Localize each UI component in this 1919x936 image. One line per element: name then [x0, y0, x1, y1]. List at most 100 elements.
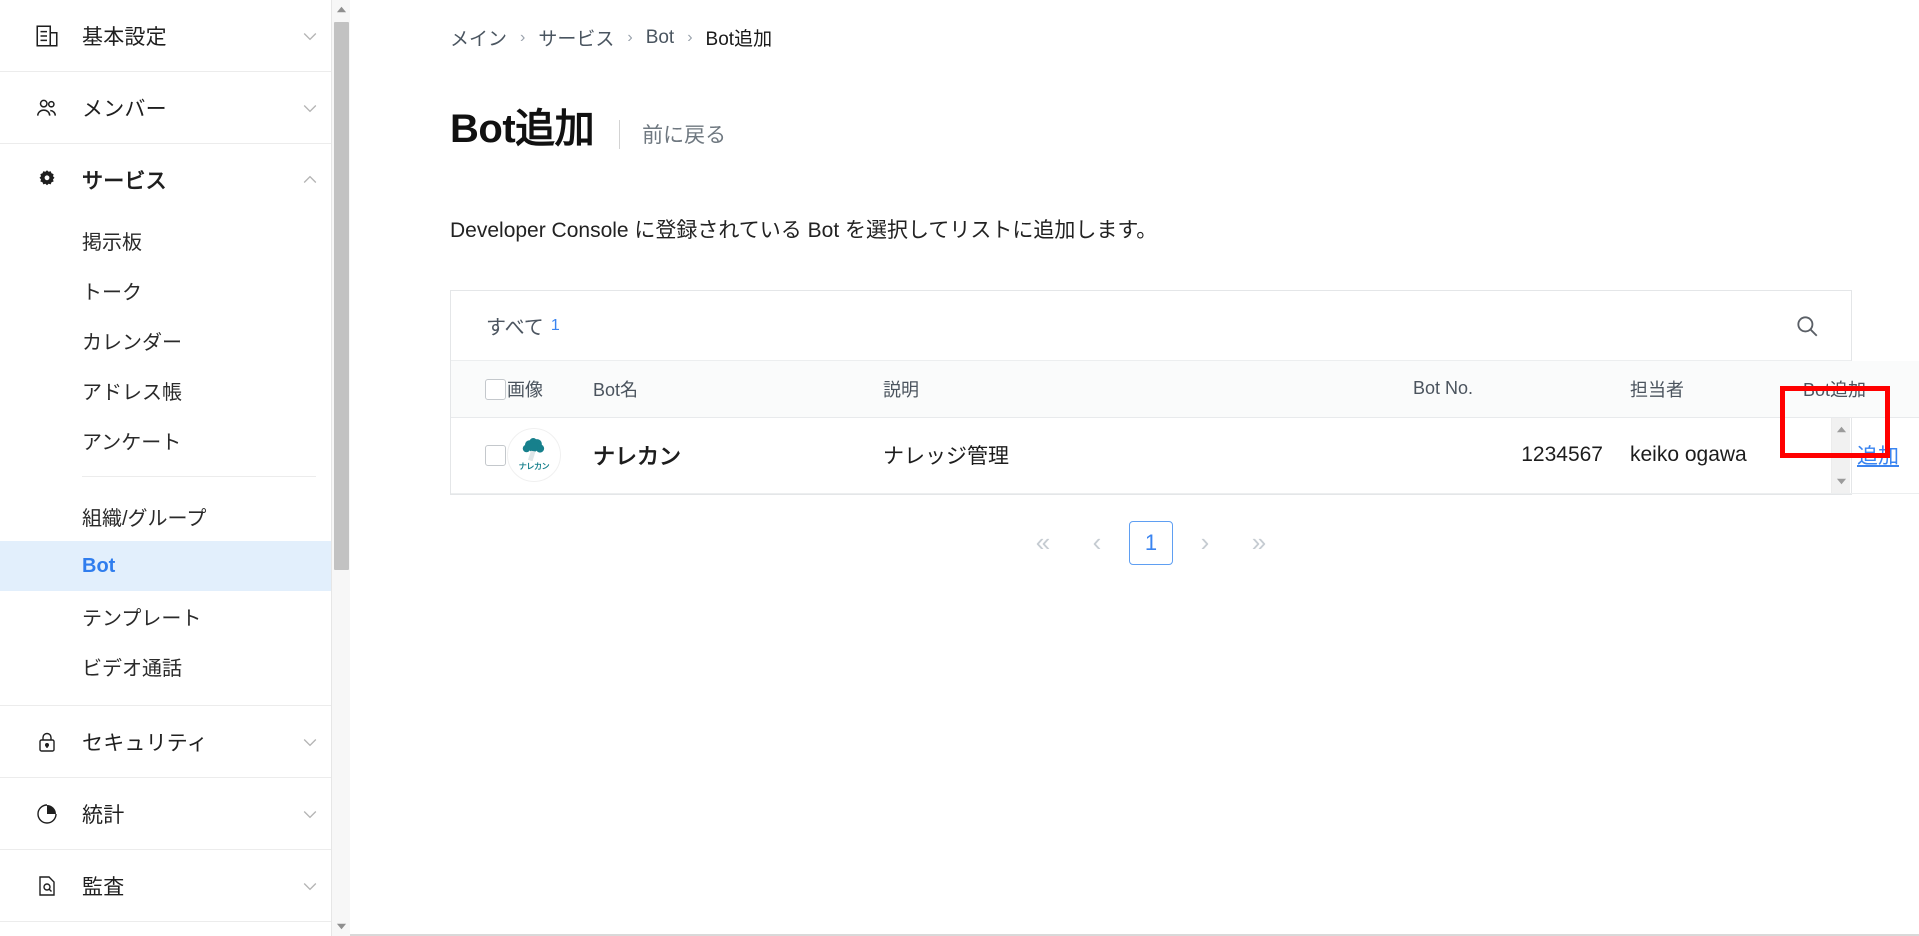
- main-content: メイン › サービス › Bot › Bot追加 Bot追加 前に戻る Deve…: [350, 0, 1919, 936]
- sidebar-item-label: カレンダー: [82, 331, 182, 354]
- bot-table-head: 画像 Bot名 説明 Bot No. 担当者 Bot追加: [451, 361, 1919, 418]
- filter-all-label[interactable]: すべて: [486, 311, 544, 340]
- breadcrumb-item-current: Bot追加: [705, 29, 773, 50]
- chevron-down-icon[interactable]: [300, 26, 320, 46]
- header-add-action: Bot追加: [1803, 361, 1919, 418]
- pagination-first-button[interactable]: «: [1021, 521, 1065, 565]
- avatar-brand-label: ナレカン: [518, 462, 550, 471]
- bot-list-card: すべて 1 画像 Bot名 説明 Bot No. 担当者 Bot追加 ナレカン …: [450, 290, 1919, 495]
- sidebar-item-bulletin[interactable]: 掲示板: [0, 215, 350, 265]
- table-scrollbar[interactable]: [1831, 418, 1850, 493]
- sidebar-group-label: 監査: [82, 875, 125, 899]
- sidebar-item-label: アンケート: [82, 431, 182, 454]
- sidebar-divider: [82, 476, 316, 477]
- select-all-checkbox[interactable]: [485, 378, 506, 400]
- chevron-down-icon[interactable]: [300, 98, 320, 118]
- scroll-up-arrow-icon[interactable]: [332, 0, 350, 19]
- sidebar-group-statistics[interactable]: 統計: [0, 778, 350, 850]
- sidebar-group-header[interactable]: 基本設定: [0, 0, 350, 71]
- sidebar-group-label: サービス: [82, 169, 167, 193]
- sidebar-group-members[interactable]: メンバー: [0, 72, 350, 144]
- sidebar-item-label: アドレス帳: [82, 381, 182, 404]
- list-toolbar: すべて 1: [451, 291, 1851, 361]
- search-icon[interactable]: [1787, 306, 1827, 346]
- sidebar-group-security[interactable]: セキュリティ: [0, 706, 350, 778]
- sidebar-service-sublist: 掲示板 トーク カレンダー アドレス帳 アンケート 組織/グループ Bot テン…: [0, 215, 350, 705]
- sidebar-item-bot[interactable]: Bot: [0, 541, 350, 591]
- sidebar-item-addressbook[interactable]: アドレス帳: [0, 365, 350, 415]
- sidebar-item-organization-group[interactable]: 組織/グループ: [0, 491, 350, 541]
- sidebar-item-label: トーク: [82, 281, 142, 304]
- sidebar-group-service[interactable]: サービス 掲示板 トーク カレンダー アドレス帳 アンケート 組織/グループ B…: [0, 144, 350, 706]
- breadcrumb-item-main[interactable]: メイン: [450, 24, 507, 51]
- breadcrumb-item-service[interactable]: サービス: [538, 24, 614, 51]
- breadcrumb: メイン › サービス › Bot › Bot追加: [450, 24, 1919, 51]
- sidebar-group-basic-settings[interactable]: 基本設定: [0, 0, 350, 72]
- chevron-down-icon[interactable]: [300, 804, 320, 824]
- row-owner-cell: keiko ogawa: [1603, 417, 1803, 494]
- row-description-cell: ナレッジ管理: [883, 417, 1413, 494]
- sidebar-group-label: 基本設定: [82, 25, 167, 49]
- sidebar-item-calendar[interactable]: カレンダー: [0, 315, 350, 365]
- audit-icon: [34, 873, 60, 899]
- broccoli-tree-icon: [522, 438, 545, 462]
- bot-table: 画像 Bot名 説明 Bot No. 担当者 Bot追加 ナレカン ナレカン ナ…: [451, 361, 1919, 494]
- gear-icon: [34, 167, 60, 193]
- row-add-cell: 追加: [1803, 417, 1919, 494]
- sidebar-item-label: 組織/グループ: [82, 507, 207, 530]
- chevron-up-icon[interactable]: [300, 170, 320, 190]
- row-bot-no-cell: 1234567: [1413, 417, 1603, 494]
- filter-count: 1: [550, 316, 560, 334]
- header-bot-no: Bot No.: [1413, 361, 1603, 418]
- sidebar-group-header[interactable]: サービス: [0, 144, 350, 215]
- title-divider: [619, 120, 621, 149]
- avatar: ナレカン: [507, 428, 561, 482]
- sidebar-item-template[interactable]: テンプレート: [0, 591, 350, 641]
- pagination-last-button[interactable]: »: [1237, 521, 1281, 565]
- breadcrumb-item-bot[interactable]: Bot: [646, 27, 675, 49]
- table-row[interactable]: ナレカン ナレカン ナレッジ管理 1234567 keiko ogawa 追加: [451, 417, 1919, 494]
- sidebar-item-label: Bot: [82, 554, 116, 577]
- table-header-row: 画像 Bot名 説明 Bot No. 担当者 Bot追加: [451, 361, 1919, 418]
- sidebar-group-header[interactable]: メンバー: [0, 72, 350, 143]
- members-icon: [34, 95, 60, 121]
- header-select-all: [451, 361, 507, 418]
- sidebar-item-video-call[interactable]: ビデオ通話: [0, 641, 350, 691]
- sidebar-scrollbar[interactable]: [331, 0, 350, 936]
- pie-chart-icon: [34, 801, 60, 827]
- page-header: Bot追加 前に戻る: [450, 96, 1919, 154]
- pagination-prev-button[interactable]: ‹: [1075, 521, 1119, 565]
- sidebar-item-survey[interactable]: アンケート: [0, 415, 350, 465]
- sidebar-item-label: ビデオ通話: [82, 657, 182, 680]
- bot-name: ナレカン: [593, 444, 682, 469]
- sidebar-group-header[interactable]: セキュリティ: [0, 706, 350, 777]
- page-description: Developer Console に登録されている Bot を選択してリストに…: [450, 219, 1158, 242]
- header-bot-name: Bot名: [593, 361, 883, 418]
- app-root: 基本設定 メンバー サービス 掲示板 トーク カレンダー アドレス帳 アンケート…: [0, 0, 1919, 936]
- scroll-down-arrow-icon[interactable]: [332, 917, 350, 936]
- sidebar-item-talk[interactable]: トーク: [0, 265, 350, 315]
- sidebar-scrollbar-thumb[interactable]: [334, 22, 349, 570]
- back-link[interactable]: 前に戻る: [642, 119, 726, 149]
- row-bot-name-cell: ナレカン: [593, 417, 883, 494]
- header-image: 画像: [507, 361, 593, 418]
- chevron-right-icon: ›: [627, 28, 633, 46]
- table-scroll-down-arrow-icon[interactable]: [1832, 472, 1851, 491]
- sidebar-group-header[interactable]: 監査: [0, 850, 350, 921]
- sidebar-group-header[interactable]: 統計: [0, 778, 350, 849]
- table-scroll-up-arrow-icon[interactable]: [1832, 420, 1851, 439]
- chevron-down-icon[interactable]: [300, 732, 320, 752]
- row-select-checkbox[interactable]: [485, 444, 506, 466]
- lock-icon: [34, 729, 60, 755]
- add-bot-link[interactable]: 追加: [1857, 445, 1899, 468]
- pagination: « ‹ 1 › »: [450, 520, 1852, 565]
- page-title: Bot追加: [450, 107, 595, 151]
- sidebar-group-audit[interactable]: 監査: [0, 850, 350, 922]
- chevron-right-icon: ›: [687, 28, 693, 46]
- bot-table-body: ナレカン ナレカン ナレッジ管理 1234567 keiko ogawa 追加: [451, 417, 1919, 494]
- pagination-next-button[interactable]: ›: [1183, 521, 1227, 565]
- chevron-right-icon: ›: [520, 28, 526, 46]
- pagination-page-1[interactable]: 1: [1129, 520, 1173, 565]
- chevron-down-icon[interactable]: [300, 876, 320, 896]
- row-checkbox-cell: [451, 417, 507, 494]
